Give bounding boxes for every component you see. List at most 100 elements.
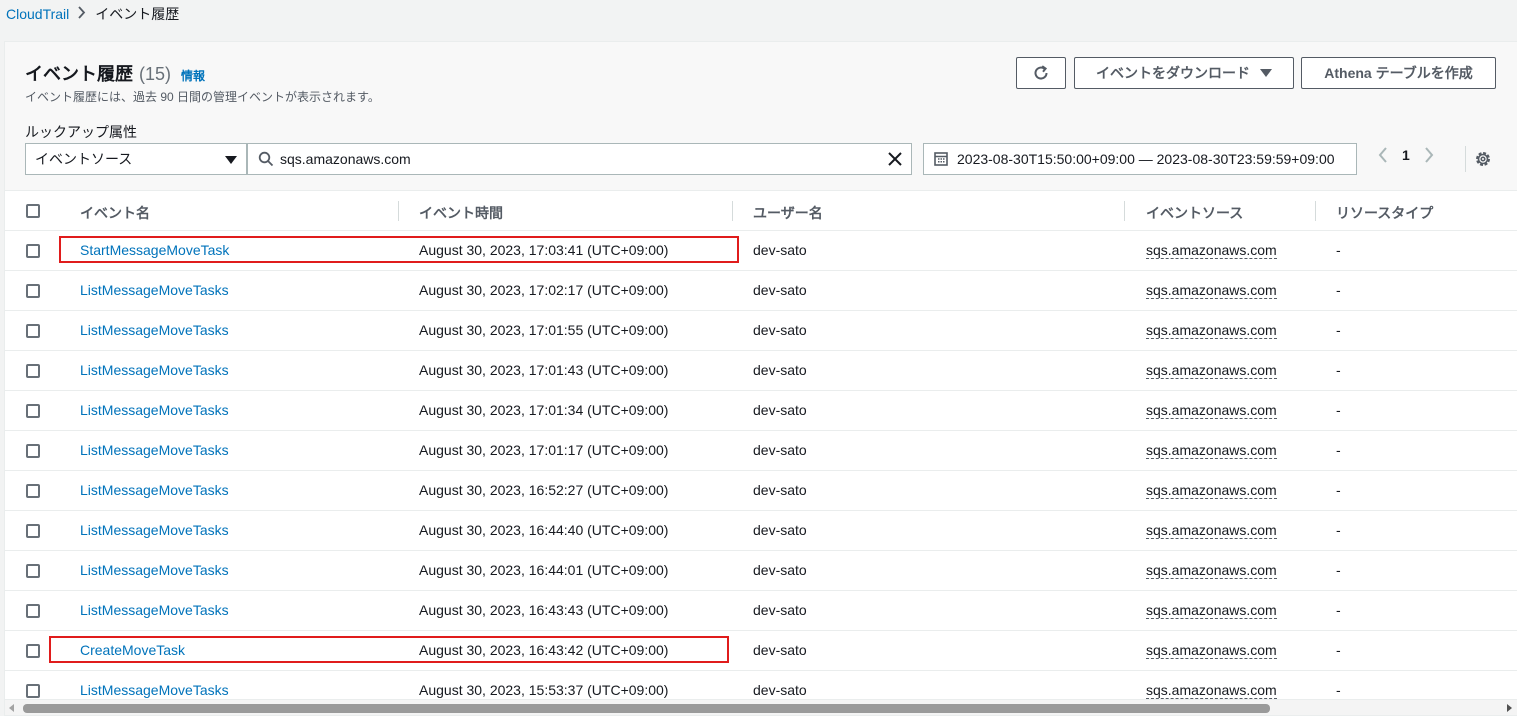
resource-type: - (1336, 362, 1341, 378)
highlight-box-start-move-task (59, 236, 739, 263)
event-name-link[interactable]: ListMessageMoveTasks (80, 362, 229, 378)
event-name-link[interactable]: ListMessageMoveTasks (80, 562, 229, 578)
row-checkbox[interactable] (26, 524, 40, 538)
event-name-link[interactable]: ListMessageMoveTasks (80, 282, 229, 298)
table-row[interactable]: ListMessageMoveTasks August 30, 2023, 16:… (5, 591, 1517, 631)
caret-down-icon (225, 156, 237, 164)
row-checkbox[interactable] (26, 404, 40, 418)
resource-type: - (1336, 282, 1341, 298)
column-header-event-name[interactable]: イベント名 (80, 203, 150, 223)
info-link[interactable]: 情報 (181, 67, 205, 84)
row-checkbox[interactable] (26, 684, 40, 698)
resource-type: - (1336, 682, 1341, 698)
event-source[interactable]: sqs.amazonaws.com (1146, 523, 1277, 539)
event-history-panel: イベント履歴 (15) 情報 イベント履歴には、過去 90 日間の管理イベントが… (4, 41, 1517, 716)
user-name: dev-sato (753, 682, 807, 698)
page-title-text: イベント履歴 (25, 64, 133, 84)
table-row[interactable]: ListMessageMoveTasks August 30, 2023, 17:… (5, 311, 1517, 351)
table-row[interactable]: ListMessageMoveTasks August 30, 2023, 17:… (5, 431, 1517, 471)
gear-icon[interactable] (1473, 149, 1493, 169)
event-source[interactable]: sqs.amazonaws.com (1146, 563, 1277, 579)
event-time: August 30, 2023, 17:01:34 (UTC+09:00) (419, 402, 669, 418)
download-events-label: イベントをダウンロード (1096, 65, 1250, 81)
resource-type: - (1336, 482, 1341, 498)
event-source[interactable]: sqs.amazonaws.com (1146, 603, 1277, 619)
column-divider[interactable] (398, 201, 399, 221)
scrollbar-thumb[interactable] (23, 704, 1270, 713)
user-name: dev-sato (753, 322, 807, 338)
user-name: dev-sato (753, 562, 807, 578)
column-header-event-time[interactable]: イベント時間 (419, 203, 503, 223)
column-header-event-source[interactable]: イベントソース (1146, 203, 1243, 223)
event-source[interactable]: sqs.amazonaws.com (1146, 283, 1277, 299)
resource-type: - (1336, 242, 1341, 258)
clear-icon[interactable] (886, 150, 904, 168)
table-row[interactable]: ListMessageMoveTasks August 30, 2023, 17:… (5, 391, 1517, 431)
row-checkbox[interactable] (26, 364, 40, 378)
search-value: sqs.amazonaws.com (280, 151, 411, 167)
column-header-user-name[interactable]: ユーザー名 (753, 203, 823, 223)
event-name-link[interactable]: ListMessageMoveTasks (80, 322, 229, 338)
date-range-picker[interactable]: 2023-08-30T15:50:00+09:00 — 2023-08-30T2… (923, 143, 1357, 175)
event-name-link[interactable]: ListMessageMoveTasks (80, 442, 229, 458)
calendar-icon (934, 152, 948, 166)
column-divider[interactable] (1315, 201, 1316, 221)
row-checkbox[interactable] (26, 284, 40, 298)
lookup-attribute-select[interactable]: イベントソース (25, 143, 247, 175)
event-source[interactable]: sqs.amazonaws.com (1146, 683, 1277, 699)
column-divider[interactable] (732, 201, 733, 221)
page-description: イベント履歴には、過去 90 日間の管理イベントが表示されます。 (25, 90, 380, 104)
next-page-icon[interactable] (1423, 146, 1435, 164)
row-checkbox[interactable] (26, 444, 40, 458)
row-checkbox[interactable] (26, 244, 40, 258)
event-time: August 30, 2023, 17:02:17 (UTC+09:00) (419, 282, 669, 298)
event-name-link[interactable]: ListMessageMoveTasks (80, 522, 229, 538)
row-checkbox[interactable] (26, 604, 40, 618)
table-row[interactable]: ListMessageMoveTasks August 30, 2023, 16:… (5, 471, 1517, 511)
table-header: イベント名 イベント時間 ユーザー名 イベントソース リソースタイプ (5, 191, 1517, 231)
event-source[interactable]: sqs.amazonaws.com (1146, 243, 1277, 259)
create-athena-table-button[interactable]: Athena テーブルを作成 (1301, 57, 1496, 89)
table-row[interactable]: ListMessageMoveTasks August 30, 2023, 17:… (5, 351, 1517, 391)
event-source[interactable]: sqs.amazonaws.com (1146, 403, 1277, 419)
select-all-checkbox[interactable] (26, 204, 40, 218)
event-source[interactable]: sqs.amazonaws.com (1146, 443, 1277, 459)
event-source[interactable]: sqs.amazonaws.com (1146, 363, 1277, 379)
resource-type: - (1336, 402, 1341, 418)
refresh-button[interactable] (1016, 57, 1066, 89)
event-source[interactable]: sqs.amazonaws.com (1146, 643, 1277, 659)
caret-down-icon (1260, 69, 1272, 77)
event-time: August 30, 2023, 16:44:40 (UTC+09:00) (419, 522, 669, 538)
event-name-link[interactable]: ListMessageMoveTasks (80, 682, 229, 698)
row-checkbox[interactable] (26, 484, 40, 498)
panel-header: イベント履歴 (15) 情報 イベント履歴には、過去 90 日間の管理イベントが… (5, 42, 1517, 191)
event-time: August 30, 2023, 16:52:27 (UTC+09:00) (419, 482, 669, 498)
current-page-number[interactable]: 1 (1402, 147, 1410, 163)
row-checkbox[interactable] (26, 644, 40, 658)
breadcrumb: CloudTrail イベント履歴 (6, 4, 179, 24)
download-events-button[interactable]: イベントをダウンロード (1074, 57, 1294, 89)
scroll-left-icon[interactable] (9, 704, 14, 712)
event-name-link[interactable]: ListMessageMoveTasks (80, 482, 229, 498)
breadcrumb-cloudtrail-link[interactable]: CloudTrail (6, 6, 69, 22)
event-source[interactable]: sqs.amazonaws.com (1146, 483, 1277, 499)
table-row[interactable]: ListMessageMoveTasks August 30, 2023, 17:… (5, 271, 1517, 311)
event-time: August 30, 2023, 15:53:37 (UTC+09:00) (419, 682, 669, 698)
event-name-link[interactable]: ListMessageMoveTasks (80, 602, 229, 618)
table-row[interactable]: ListMessageMoveTasks August 30, 2023, 16:… (5, 551, 1517, 591)
lookup-attribute-label: ルックアップ属性 (25, 124, 137, 140)
scroll-right-icon[interactable] (1507, 704, 1512, 712)
prev-page-icon[interactable] (1377, 146, 1389, 164)
page-title: イベント履歴 (15) 情報 (25, 60, 205, 86)
event-source[interactable]: sqs.amazonaws.com (1146, 323, 1277, 339)
date-range-value: 2023-08-30T15:50:00+09:00 — 2023-08-30T2… (957, 151, 1335, 167)
row-checkbox[interactable] (26, 564, 40, 578)
column-header-resource-type[interactable]: リソースタイプ (1336, 203, 1433, 223)
column-divider[interactable] (1124, 201, 1125, 221)
event-name-link[interactable]: ListMessageMoveTasks (80, 402, 229, 418)
resource-type: - (1336, 642, 1341, 658)
row-checkbox[interactable] (26, 324, 40, 338)
search-input[interactable]: sqs.amazonaws.com (247, 143, 912, 175)
horizontal-scrollbar[interactable] (5, 699, 1517, 715)
table-row[interactable]: ListMessageMoveTasks August 30, 2023, 16:… (5, 511, 1517, 551)
